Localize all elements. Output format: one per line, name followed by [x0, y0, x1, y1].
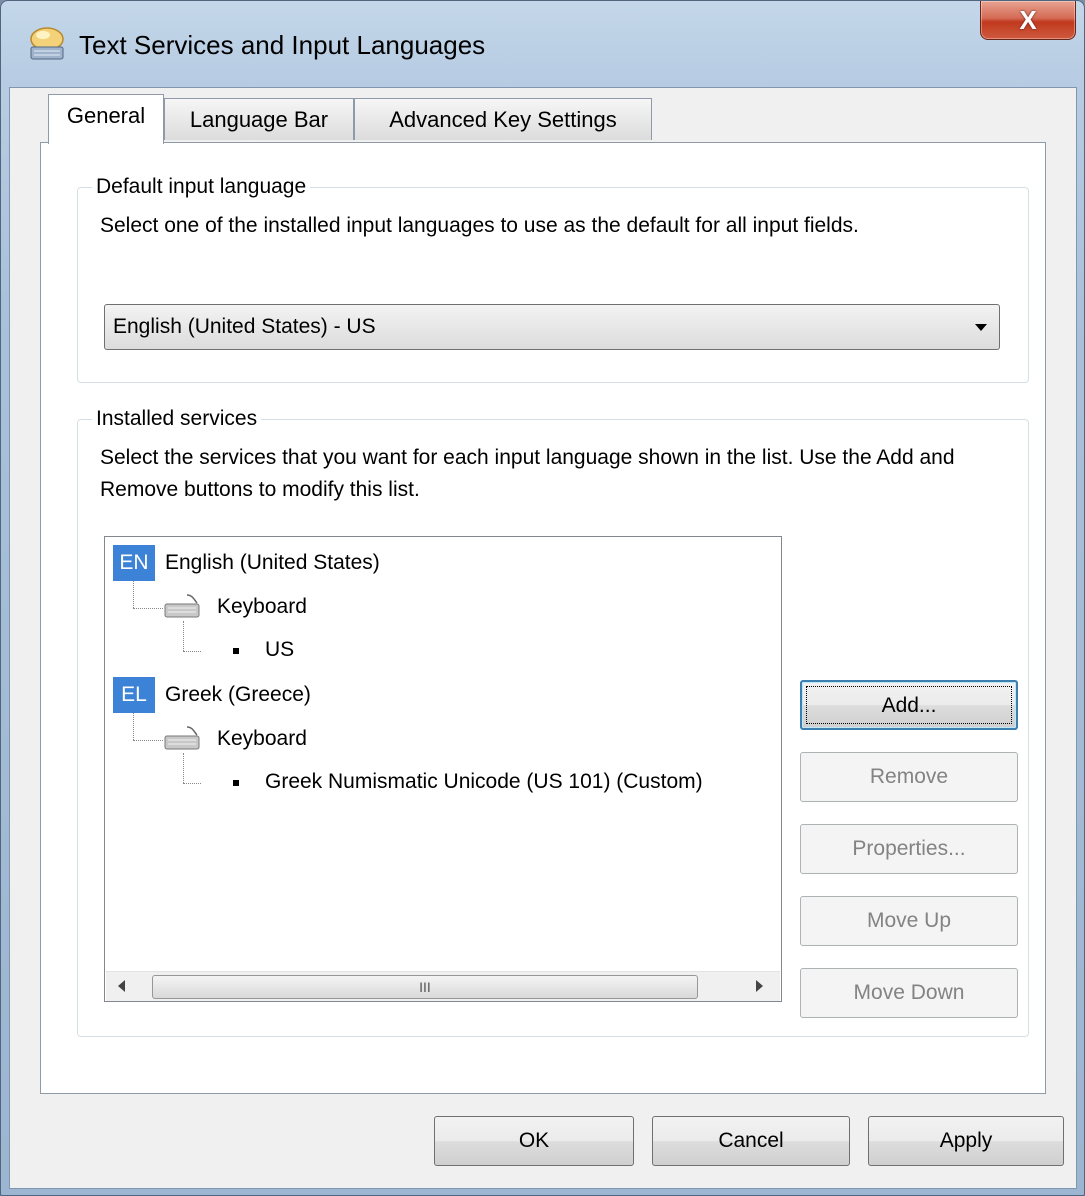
services-tree[interactable]: EN English (United States) Keyboard US E… — [104, 536, 782, 1002]
tree-item-greek[interactable]: Greek (Greece) — [165, 680, 311, 710]
keyboard-globe-icon — [30, 27, 64, 60]
tree-connector — [133, 713, 134, 740]
title-bar[interactable]: Text Services and Input Languages X — [1, 1, 1084, 87]
tree-connector — [133, 608, 163, 609]
dialog-client-area: General Language Bar Advanced Key Settin… — [9, 87, 1077, 1189]
tree-item-layout-us[interactable]: US — [265, 635, 294, 665]
chevron-down-icon — [975, 324, 987, 331]
scroll-left-icon[interactable] — [118, 980, 125, 992]
horizontal-scrollbar[interactable]: III — [106, 971, 780, 1001]
tab-language-bar[interactable]: Language Bar — [164, 98, 354, 140]
add-button-label: Add... — [881, 694, 937, 717]
scroll-thumb[interactable]: III — [152, 975, 698, 999]
tree-item-english[interactable]: English (United States) — [165, 548, 380, 578]
default-input-group: Default input language Select one of the… — [77, 174, 1029, 383]
tab-advanced-key-settings[interactable]: Advanced Key Settings — [354, 98, 652, 140]
keyboard-icon — [164, 594, 200, 618]
installed-services-legend: Installed services — [92, 406, 262, 432]
move-down-button[interactable]: Move Down — [800, 968, 1018, 1018]
remove-button[interactable]: Remove — [800, 752, 1018, 802]
tree-connector — [133, 740, 163, 741]
keyboard-icon — [164, 726, 200, 750]
add-button[interactable]: Add... — [800, 680, 1018, 730]
tree-connector — [183, 651, 201, 652]
tree-connector — [183, 783, 201, 784]
tree-connector — [133, 581, 134, 608]
default-language-select[interactable]: English (United States) - US — [104, 304, 1000, 350]
bullet-icon — [233, 780, 239, 786]
cancel-button[interactable]: Cancel — [652, 1116, 850, 1166]
ok-button[interactable]: OK — [434, 1116, 634, 1166]
tab-general[interactable]: General — [48, 94, 164, 144]
installed-services-description: Select the services that you want for ea… — [100, 446, 955, 501]
tree-item-keyboard-el[interactable]: Keyboard — [217, 724, 307, 754]
installed-services-group: Installed services Select the services t… — [77, 406, 1029, 1037]
close-button[interactable]: X — [980, 1, 1076, 40]
tree-item-layout-greek-numismatic[interactable]: Greek Numismatic Unicode (US 101) (Custo… — [265, 767, 703, 797]
apply-button[interactable]: Apply — [868, 1116, 1064, 1166]
tree-connector — [183, 621, 184, 651]
window-title: Text Services and Input Languages — [79, 30, 486, 60]
default-input-legend: Default input language — [92, 174, 311, 200]
bullet-icon — [233, 648, 239, 654]
dialog-window: Text Services and Input Languages X Gene… — [0, 0, 1085, 1196]
default-input-description: Select one of the installed input langua… — [100, 214, 859, 237]
close-icon: X — [1019, 5, 1037, 35]
tab-panel-general: Default input language Select one of the… — [40, 142, 1046, 1094]
tree-connector — [183, 753, 184, 783]
lang-badge-el: EL — [113, 677, 155, 713]
properties-button[interactable]: Properties... — [800, 824, 1018, 874]
tree-item-keyboard-en[interactable]: Keyboard — [217, 592, 307, 622]
default-language-value: English (United States) - US — [113, 315, 376, 338]
move-up-button[interactable]: Move Up — [800, 896, 1018, 946]
lang-badge-en: EN — [113, 545, 155, 581]
scroll-right-icon[interactable] — [756, 980, 763, 992]
